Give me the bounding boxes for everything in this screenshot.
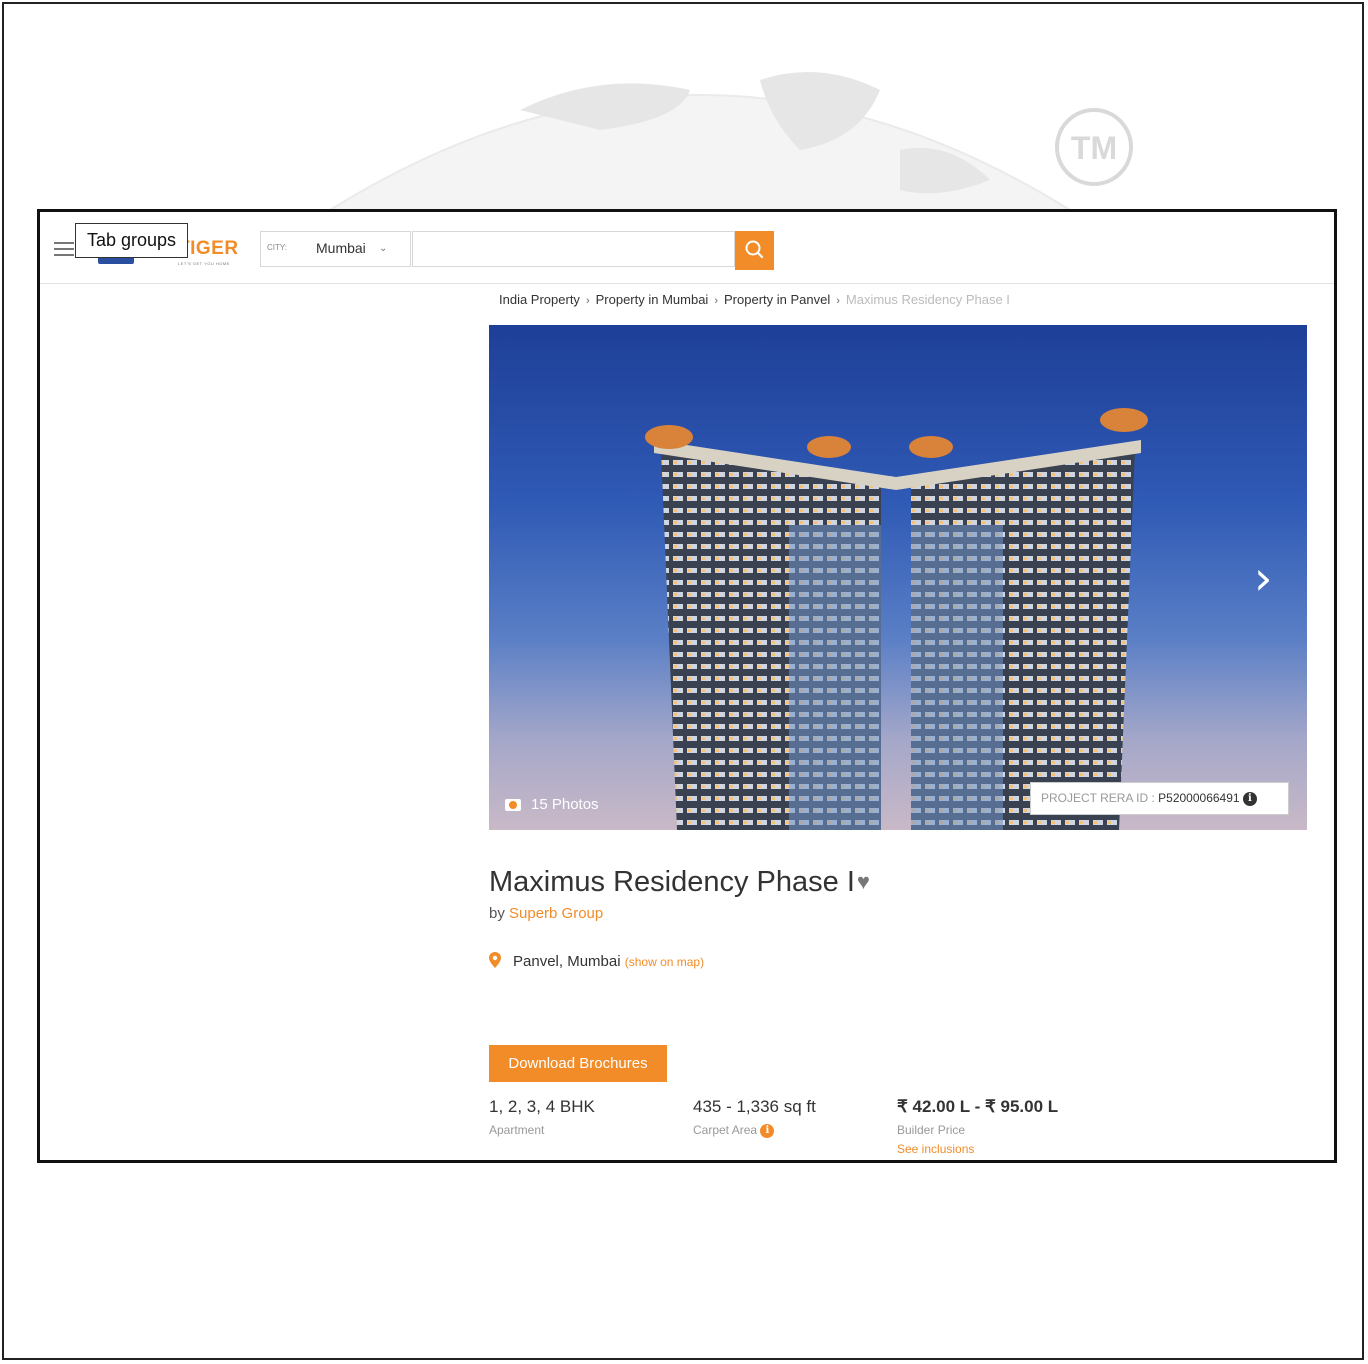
city-value: Mumbai xyxy=(316,240,366,256)
stat-label: Builder Price xyxy=(897,1123,966,1137)
photos-count-button[interactable]: 15 Photos xyxy=(505,796,599,813)
stat-label-row: Carpet Area i xyxy=(693,1123,816,1138)
stat-carpet-area: 435 - 1,336 sq ft Carpet Area i xyxy=(693,1097,816,1138)
stat-configuration: 1, 2, 3, 4 BHK Apartment xyxy=(489,1097,595,1137)
next-image-arrow-icon[interactable]: › xyxy=(1254,555,1272,601)
tower-illustration xyxy=(645,408,1148,830)
breadcrumb-separator: › xyxy=(714,295,718,307)
download-brochures-button[interactable]: Download Brochures xyxy=(489,1045,667,1082)
project-title: Maximus Residency Phase I♥ xyxy=(489,866,870,899)
city-select[interactable]: CITY: Mumbai ⌄ xyxy=(260,231,411,267)
camera-icon xyxy=(505,799,521,812)
browser-screenshot: TIGER LET'S GET YOU HOME Tab groups CITY… xyxy=(37,209,1337,1163)
stat-value: 1, 2, 3, 4 BHK xyxy=(489,1097,595,1116)
tab-groups-tooltip: Tab groups xyxy=(75,223,189,258)
breadcrumb-separator: › xyxy=(585,295,590,307)
search-input[interactable] xyxy=(412,231,735,267)
stat-label: Apartment xyxy=(489,1123,545,1137)
logo-tagline: LET'S GET YOU HOME xyxy=(178,261,230,266)
search-icon xyxy=(745,240,764,259)
city-label: CITY: xyxy=(267,243,288,252)
builder-link[interactable]: Superb Group xyxy=(509,905,603,922)
chevron-down-icon: ⌄ xyxy=(379,243,388,254)
stat-value: ₹ 42.00 L - ₹ 95.00 L xyxy=(897,1097,1059,1116)
rera-id: P52000066491 xyxy=(1158,791,1240,805)
breadcrumb-property-in-panvel[interactable]: Property in Panvel xyxy=(724,292,830,307)
breadcrumb-separator: › xyxy=(836,295,840,307)
rera-id-box: PROJECT RERA ID : P52000066491 i xyxy=(1030,782,1289,815)
hamburger-menu-icon[interactable] xyxy=(54,242,74,256)
location-pin-icon xyxy=(489,952,501,968)
see-inclusions-link[interactable]: See inclusions xyxy=(897,1142,1058,1156)
breadcrumb-india-property[interactable]: India Property xyxy=(499,292,580,307)
breadcrumb: India Property › Property in Mumbai › Proper… xyxy=(499,292,1010,307)
breadcrumb-current: Maximus Residency Phase I xyxy=(845,292,1010,307)
breadcrumb-property-in-mumbai[interactable]: Property in Mumbai xyxy=(596,292,709,307)
photos-count: 15 Photos xyxy=(531,796,599,813)
project-title-text: Maximus Residency Phase I xyxy=(489,866,855,898)
info-icon[interactable]: i xyxy=(760,1123,775,1138)
rera-label: PROJECT RERA ID : xyxy=(1041,791,1159,805)
trademark-mark: TM xyxy=(1071,130,1117,166)
site-header: TIGER LET'S GET YOU HOME Tab groups CITY… xyxy=(40,212,1334,284)
stat-builder-price: ₹ 42.00 L - ₹ 95.00 L Builder Price See … xyxy=(897,1097,1058,1156)
heart-icon[interactable]: ♥ xyxy=(857,869,870,894)
stat-label: Carpet Area xyxy=(693,1123,758,1137)
by-prefix: by xyxy=(489,905,505,922)
project-image-carousel[interactable]: 15 Photos › PROJECT RERA ID : P520000664… xyxy=(489,325,1307,830)
project-location: Panvel, Mumbai (show on map) xyxy=(489,952,704,970)
stat-value: 435 - 1,336 sq ft xyxy=(693,1097,816,1116)
search-button[interactable] xyxy=(735,231,774,270)
show-on-map-link[interactable]: (show on map) xyxy=(625,955,704,969)
builder-byline: by Superb Group xyxy=(489,905,603,922)
globe-watermark: TM xyxy=(328,72,1133,210)
location-text: Panvel, Mumbai xyxy=(513,953,621,970)
info-icon[interactable]: i xyxy=(1242,791,1257,806)
